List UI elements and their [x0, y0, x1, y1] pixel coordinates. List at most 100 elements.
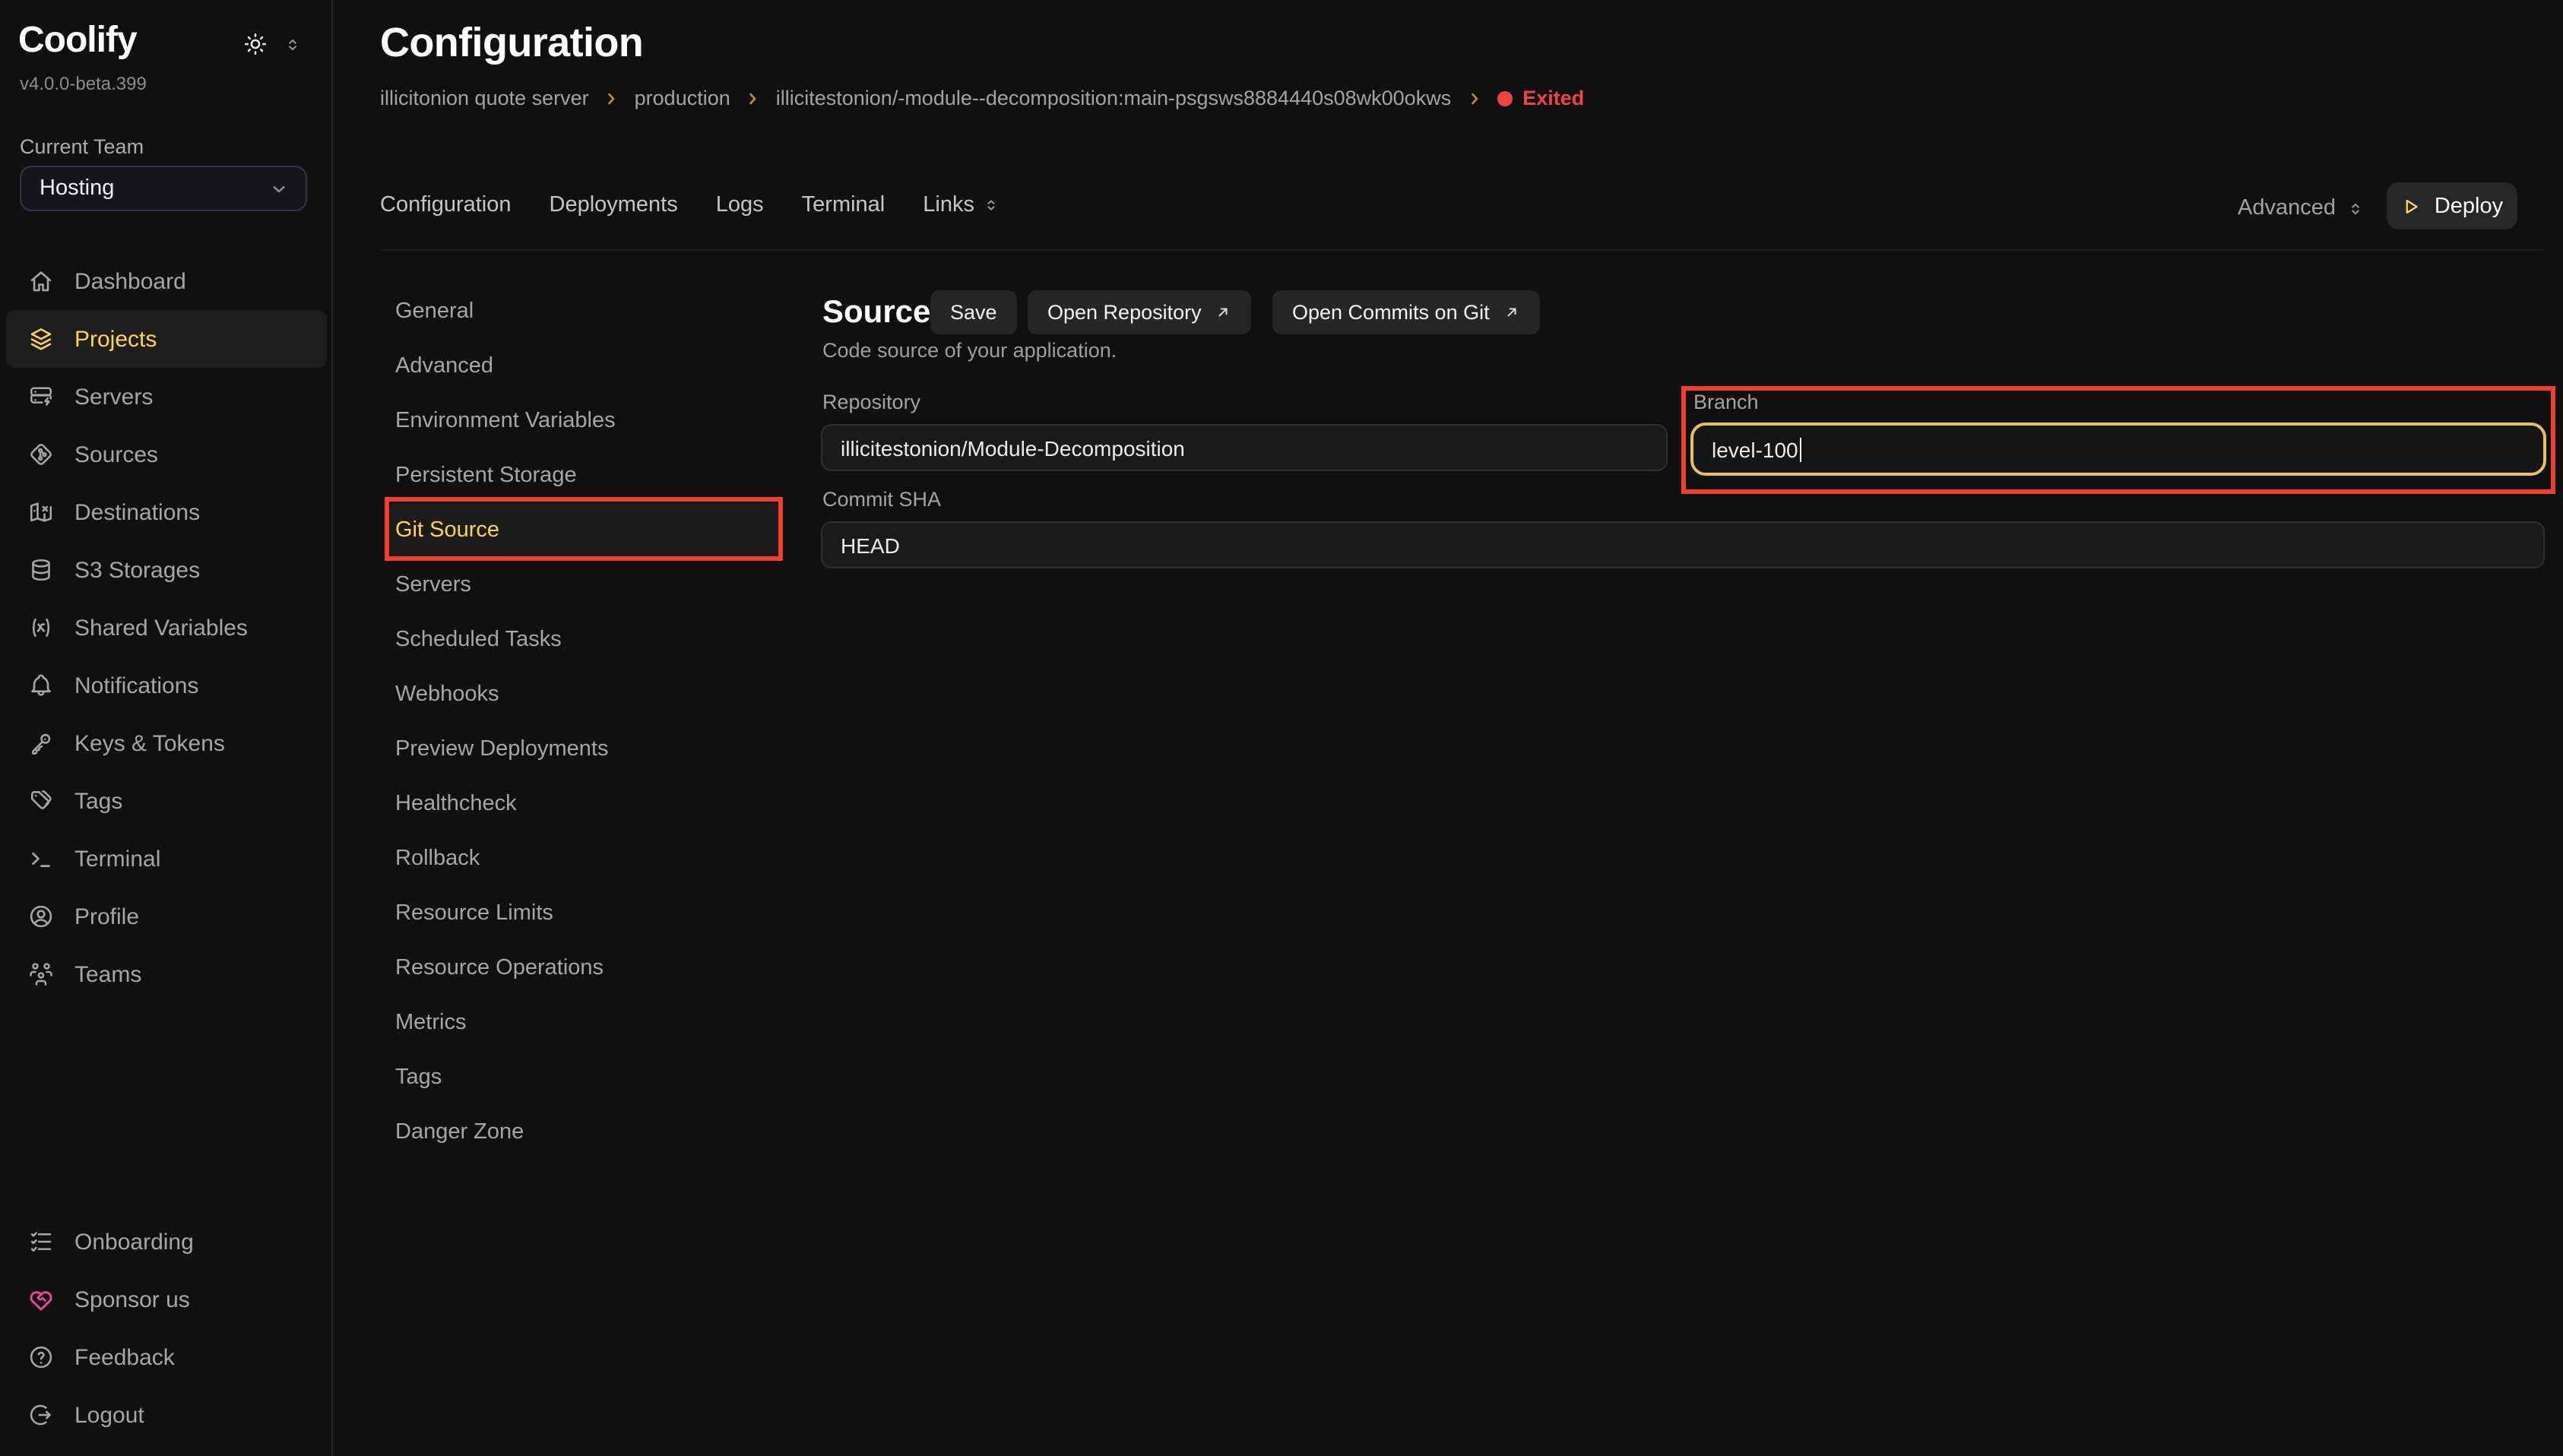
- sidebar-item-label: Destinations: [74, 499, 200, 525]
- status-badge: Exited: [1497, 87, 1584, 109]
- git-icon: [27, 441, 55, 468]
- tab-deployments[interactable]: Deployments: [550, 193, 678, 217]
- source-section-title: Source: [822, 295, 930, 331]
- help-circle-icon: [27, 1344, 55, 1371]
- team-select-value: Hosting: [40, 176, 114, 201]
- user-circle-icon: [27, 903, 55, 930]
- sidebar-item-servers[interactable]: Servers: [0, 368, 333, 426]
- tab-configuration[interactable]: Configuration: [380, 193, 512, 217]
- chevron-down-icon: [268, 177, 290, 200]
- sidebar-item-notifications[interactable]: Notifications: [0, 657, 333, 714]
- coolify-app: Coolify v4.0.0-beta.399 Current Team Hos…: [0, 0, 2563, 1456]
- sidebar-item-label: Shared Variables: [74, 615, 248, 641]
- sidebar-item-label: Sources: [74, 442, 158, 467]
- sidebar-item-profile[interactable]: Profile: [0, 888, 333, 945]
- status-text: Exited: [1522, 87, 1584, 109]
- sidebar-item-terminal[interactable]: Terminal: [0, 830, 333, 888]
- repository-input[interactable]: illicitestonion/Module-Decomposition: [821, 424, 1668, 471]
- heart-handshake-icon: [27, 1286, 55, 1313]
- breadcrumb-project[interactable]: illicitonion quote server: [380, 87, 589, 109]
- breadcrumb-environment[interactable]: production: [635, 87, 730, 109]
- sidebar-item-label: Teams: [74, 961, 141, 987]
- sidebar-item-sponsor-us[interactable]: Sponsor us: [0, 1271, 333, 1328]
- app-version: v4.0.0-beta.399: [20, 73, 147, 94]
- tab-logs[interactable]: Logs: [716, 193, 764, 217]
- variable-icon: [27, 614, 55, 641]
- selector-icon: [982, 196, 1000, 214]
- terminal-icon: [27, 845, 55, 872]
- current-team-label: Current Team: [20, 135, 144, 158]
- server-icon: [27, 383, 55, 410]
- database-icon: [27, 556, 55, 584]
- sidebar-item-tags[interactable]: Tags: [0, 772, 333, 830]
- source-section-description: Code source of your application.: [822, 339, 1117, 362]
- sidebar-nav: Dashboard Projects Servers Sources Desti…: [0, 252, 333, 1003]
- sidebar-item-keys-tokens[interactable]: Keys & Tokens: [0, 714, 333, 772]
- sidebar-item-destinations[interactable]: Destinations: [0, 483, 333, 541]
- sidebar-item-logout[interactable]: Logout: [0, 1386, 333, 1444]
- sidebar-item-label: Feedback: [74, 1344, 175, 1370]
- config-subnav: General Advanced Environment Variables P…: [389, 284, 780, 1160]
- tab-terminal[interactable]: Terminal: [802, 193, 885, 217]
- checklist-icon: [27, 1228, 55, 1255]
- sidebar-item-label: Logout: [74, 1402, 144, 1428]
- theme-sun-icon[interactable]: [242, 30, 269, 58]
- subnav-item-resource-limits[interactable]: Resource Limits: [389, 886, 780, 941]
- sidebar-item-dashboard[interactable]: Dashboard: [0, 252, 333, 310]
- subnav-item-environment-variables[interactable]: Environment Variables: [389, 394, 780, 448]
- deploy-label: Deploy: [2435, 194, 2503, 218]
- users-group-icon: [27, 961, 55, 988]
- sidebar-item-sources[interactable]: Sources: [0, 426, 333, 483]
- sidebar-item-label: Servers: [74, 384, 153, 410]
- subnav-item-webhooks[interactable]: Webhooks: [389, 667, 780, 722]
- sidebar-item-label: Profile: [74, 904, 139, 929]
- sidebar-item-shared-variables[interactable]: Shared Variables: [0, 599, 333, 657]
- external-link-icon: [1215, 304, 1232, 321]
- commit-sha-input[interactable]: HEAD: [821, 521, 2545, 568]
- open-repository-button[interactable]: Open Repository: [1028, 290, 1252, 334]
- selector-icon: [2345, 198, 2365, 218]
- branch-value: level-100: [1712, 437, 1798, 461]
- deploy-button[interactable]: Deploy: [2387, 182, 2517, 229]
- breadcrumb: illicitonion quote server production ill…: [380, 87, 1584, 109]
- sidebar-item-label: Tags: [74, 788, 122, 814]
- subnav-item-metrics[interactable]: Metrics: [389, 995, 780, 1050]
- sidebar-item-label: Onboarding: [74, 1229, 194, 1255]
- branch-input[interactable]: level-100: [1690, 423, 2546, 476]
- text-caret: [1800, 437, 1802, 461]
- bell-icon: [27, 672, 55, 699]
- subnav-item-tags[interactable]: Tags: [389, 1050, 780, 1105]
- sidebar-item-label: Dashboard: [74, 268, 186, 294]
- subnav-item-advanced[interactable]: Advanced: [389, 339, 780, 394]
- tab-links[interactable]: Links: [923, 193, 1000, 217]
- brand-selector-icon[interactable]: [283, 35, 303, 55]
- app-logo: Coolify: [18, 20, 137, 62]
- save-button[interactable]: Save: [930, 290, 1017, 334]
- subnav-item-git-source[interactable]: Git Source: [389, 503, 780, 558]
- breadcrumb-application[interactable]: illicitestonion/-module--decomposition:m…: [776, 87, 1451, 109]
- sidebar-item-onboarding[interactable]: Onboarding: [0, 1213, 333, 1271]
- sidebar-item-s3-storages[interactable]: S3 Storages: [0, 541, 333, 599]
- tabs-divider: [380, 249, 2545, 251]
- subnav-item-resource-operations[interactable]: Resource Operations: [389, 941, 780, 995]
- subnav-item-servers[interactable]: Servers: [389, 558, 780, 612]
- advanced-label: Advanced: [2238, 196, 2336, 220]
- subnav-item-danger-zone[interactable]: Danger Zone: [389, 1105, 780, 1160]
- open-commits-button[interactable]: Open Commits on Git: [1272, 290, 1540, 334]
- sidebar-item-feedback[interactable]: Feedback: [0, 1328, 333, 1386]
- subnav-item-preview-deployments[interactable]: Preview Deployments: [389, 722, 780, 777]
- advanced-menu[interactable]: Advanced: [2238, 196, 2365, 220]
- subnav-item-scheduled-tasks[interactable]: Scheduled Tasks: [389, 612, 780, 667]
- subnav-item-persistent-storage[interactable]: Persistent Storage: [389, 448, 780, 503]
- subnav-item-rollback[interactable]: Rollback: [389, 831, 780, 886]
- sidebar-item-teams[interactable]: Teams: [0, 945, 333, 1003]
- sidebar-item-projects[interactable]: Projects: [6, 310, 327, 368]
- subnav-item-general[interactable]: General: [389, 284, 780, 339]
- tab-links-label: Links: [923, 193, 974, 217]
- map-x-icon: [27, 499, 55, 526]
- sidebar-item-label: Keys & Tokens: [74, 730, 225, 756]
- team-select[interactable]: Hosting: [20, 166, 307, 211]
- subnav-item-healthcheck[interactable]: Healthcheck: [389, 777, 780, 831]
- sidebar-item-label: Notifications: [74, 673, 198, 698]
- sidebar-item-label: Projects: [74, 326, 157, 352]
